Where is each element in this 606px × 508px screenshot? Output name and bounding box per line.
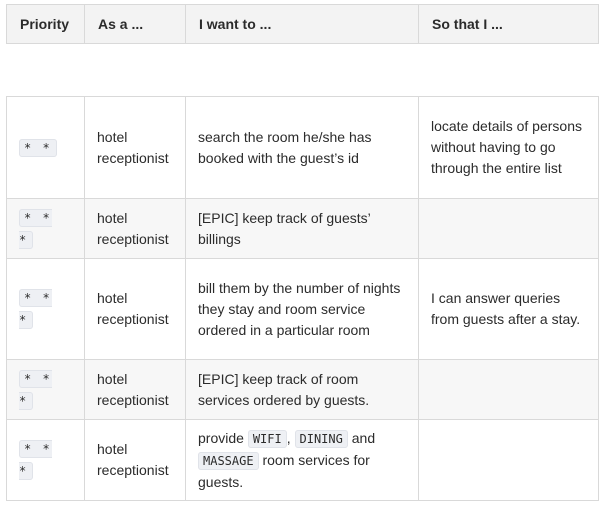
priority-cell: * *: [6, 96, 85, 199]
priority-badge: * * *: [19, 289, 52, 329]
role-cell: hotel receptionist: [84, 419, 186, 501]
priority-badge: * * *: [19, 369, 52, 410]
table-row: * * * hotel receptionist bill them by th…: [6, 258, 599, 360]
want-cell: search the room he/she has booked with t…: [185, 96, 419, 199]
header-so-that: So that I ...: [418, 4, 599, 44]
want-text-and: and: [351, 429, 376, 446]
header-i-want-to: I want to ...: [185, 4, 419, 44]
table-row: * * * hotel receptionist [EPIC] keep tra…: [6, 198, 599, 259]
priority-badge: * * *: [19, 440, 52, 480]
so-that-cell: I can answer queries from guests after a…: [418, 258, 599, 360]
want-text-separator: ,: [286, 429, 291, 446]
massage-code: MASSAGE: [198, 451, 259, 470]
priority-cell: * * *: [6, 198, 85, 259]
role-cell: hotel receptionist: [84, 198, 186, 259]
role-cell: hotel receptionist: [84, 96, 186, 199]
header-as-a: As a ...: [84, 4, 186, 44]
user-stories-header-table: Priority As a ... I want to ... So that …: [6, 4, 599, 44]
priority-badge: * * *: [19, 208, 52, 249]
priority-badge: * *: [19, 138, 57, 157]
header-priority: Priority: [6, 4, 85, 44]
so-that-cell: locate details of persons without having…: [418, 96, 599, 199]
table-row: * * * hotel receptionist [EPIC] keep tra…: [6, 359, 599, 420]
header-row: Priority As a ... I want to ... So that …: [6, 4, 599, 44]
table-row: * * hotel receptionist search the room h…: [6, 96, 599, 199]
want-cell: [EPIC] keep track of room services order…: [185, 359, 419, 420]
priority-cell: * * *: [6, 359, 85, 420]
want-cell: bill them by the number of nights they s…: [185, 258, 419, 360]
user-stories-body-table: * * hotel receptionist search the room h…: [6, 96, 599, 501]
want-cell: [EPIC] keep track of guests’ billings: [185, 198, 419, 259]
priority-cell: * * *: [6, 258, 85, 360]
so-that-cell: [418, 419, 599, 501]
wifi-code: WIFI: [247, 429, 287, 448]
so-that-cell: [418, 359, 599, 420]
want-text-prefix: provide: [198, 429, 244, 446]
role-cell: hotel receptionist: [84, 359, 186, 420]
priority-cell: * * *: [6, 419, 85, 501]
table-row: * * * hotel receptionist provide WIFI, D…: [6, 419, 599, 501]
dining-code: DINING: [294, 429, 348, 448]
want-cell: provide WIFI, DINING and MASSAGE room se…: [185, 419, 419, 501]
role-cell: hotel receptionist: [84, 258, 186, 360]
so-that-cell: [418, 198, 599, 259]
